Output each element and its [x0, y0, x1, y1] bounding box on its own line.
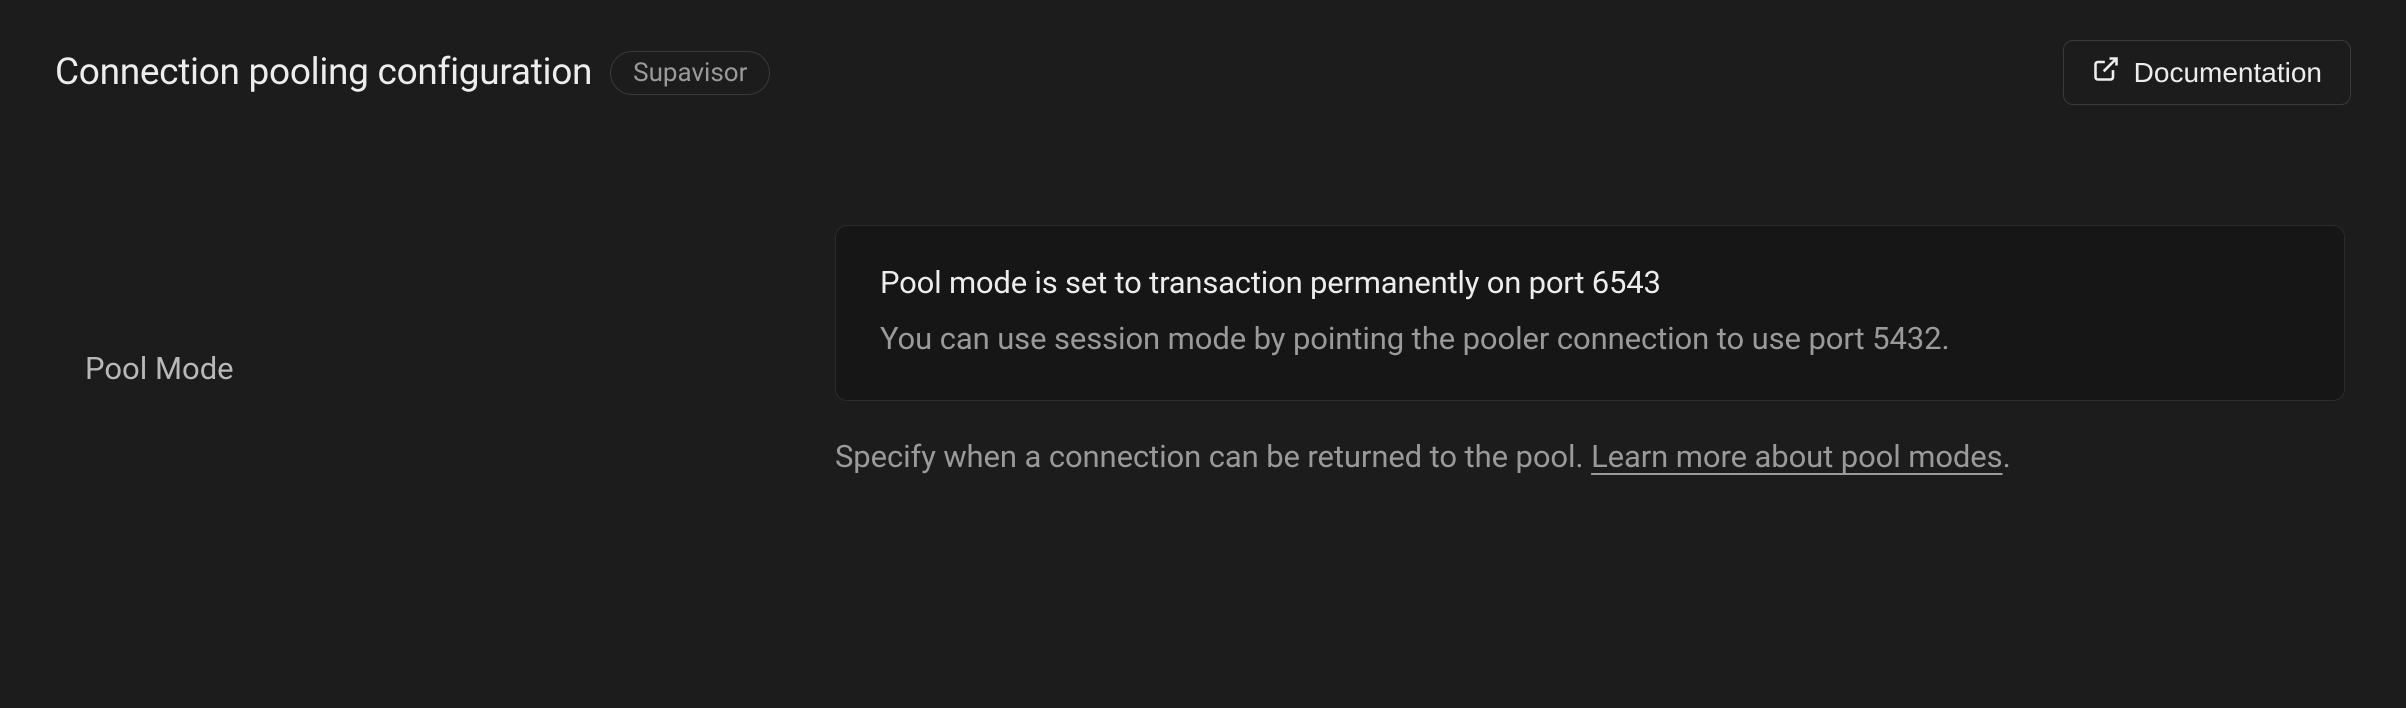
- pool-mode-content: Pool mode is set to transaction permanen…: [835, 225, 2345, 480]
- help-suffix: .: [2003, 438, 2011, 475]
- page-title: Connection pooling configuration: [55, 51, 592, 94]
- header-row: Connection pooling configuration Supavis…: [55, 40, 2351, 105]
- pool-mode-info-box: Pool mode is set to transaction permanen…: [835, 225, 2345, 401]
- info-description: You can use session mode by pointing the…: [880, 317, 2300, 362]
- header-left: Connection pooling configuration Supavis…: [55, 51, 770, 95]
- documentation-label: Documentation: [2134, 57, 2322, 89]
- content-row: Pool Mode Pool mode is set to transactio…: [55, 225, 2351, 480]
- help-text: Specify when a connection can be returne…: [835, 435, 2345, 480]
- help-prefix: Specify when a connection can be returne…: [835, 438, 1591, 475]
- documentation-button[interactable]: Documentation: [2063, 40, 2351, 105]
- external-link-icon: [2092, 55, 2120, 90]
- learn-more-link[interactable]: Learn more about pool modes: [1591, 438, 2002, 475]
- info-title: Pool mode is set to transaction permanen…: [880, 264, 2300, 301]
- supavisor-badge: Supavisor: [610, 51, 770, 95]
- pool-mode-label: Pool Mode: [55, 225, 835, 387]
